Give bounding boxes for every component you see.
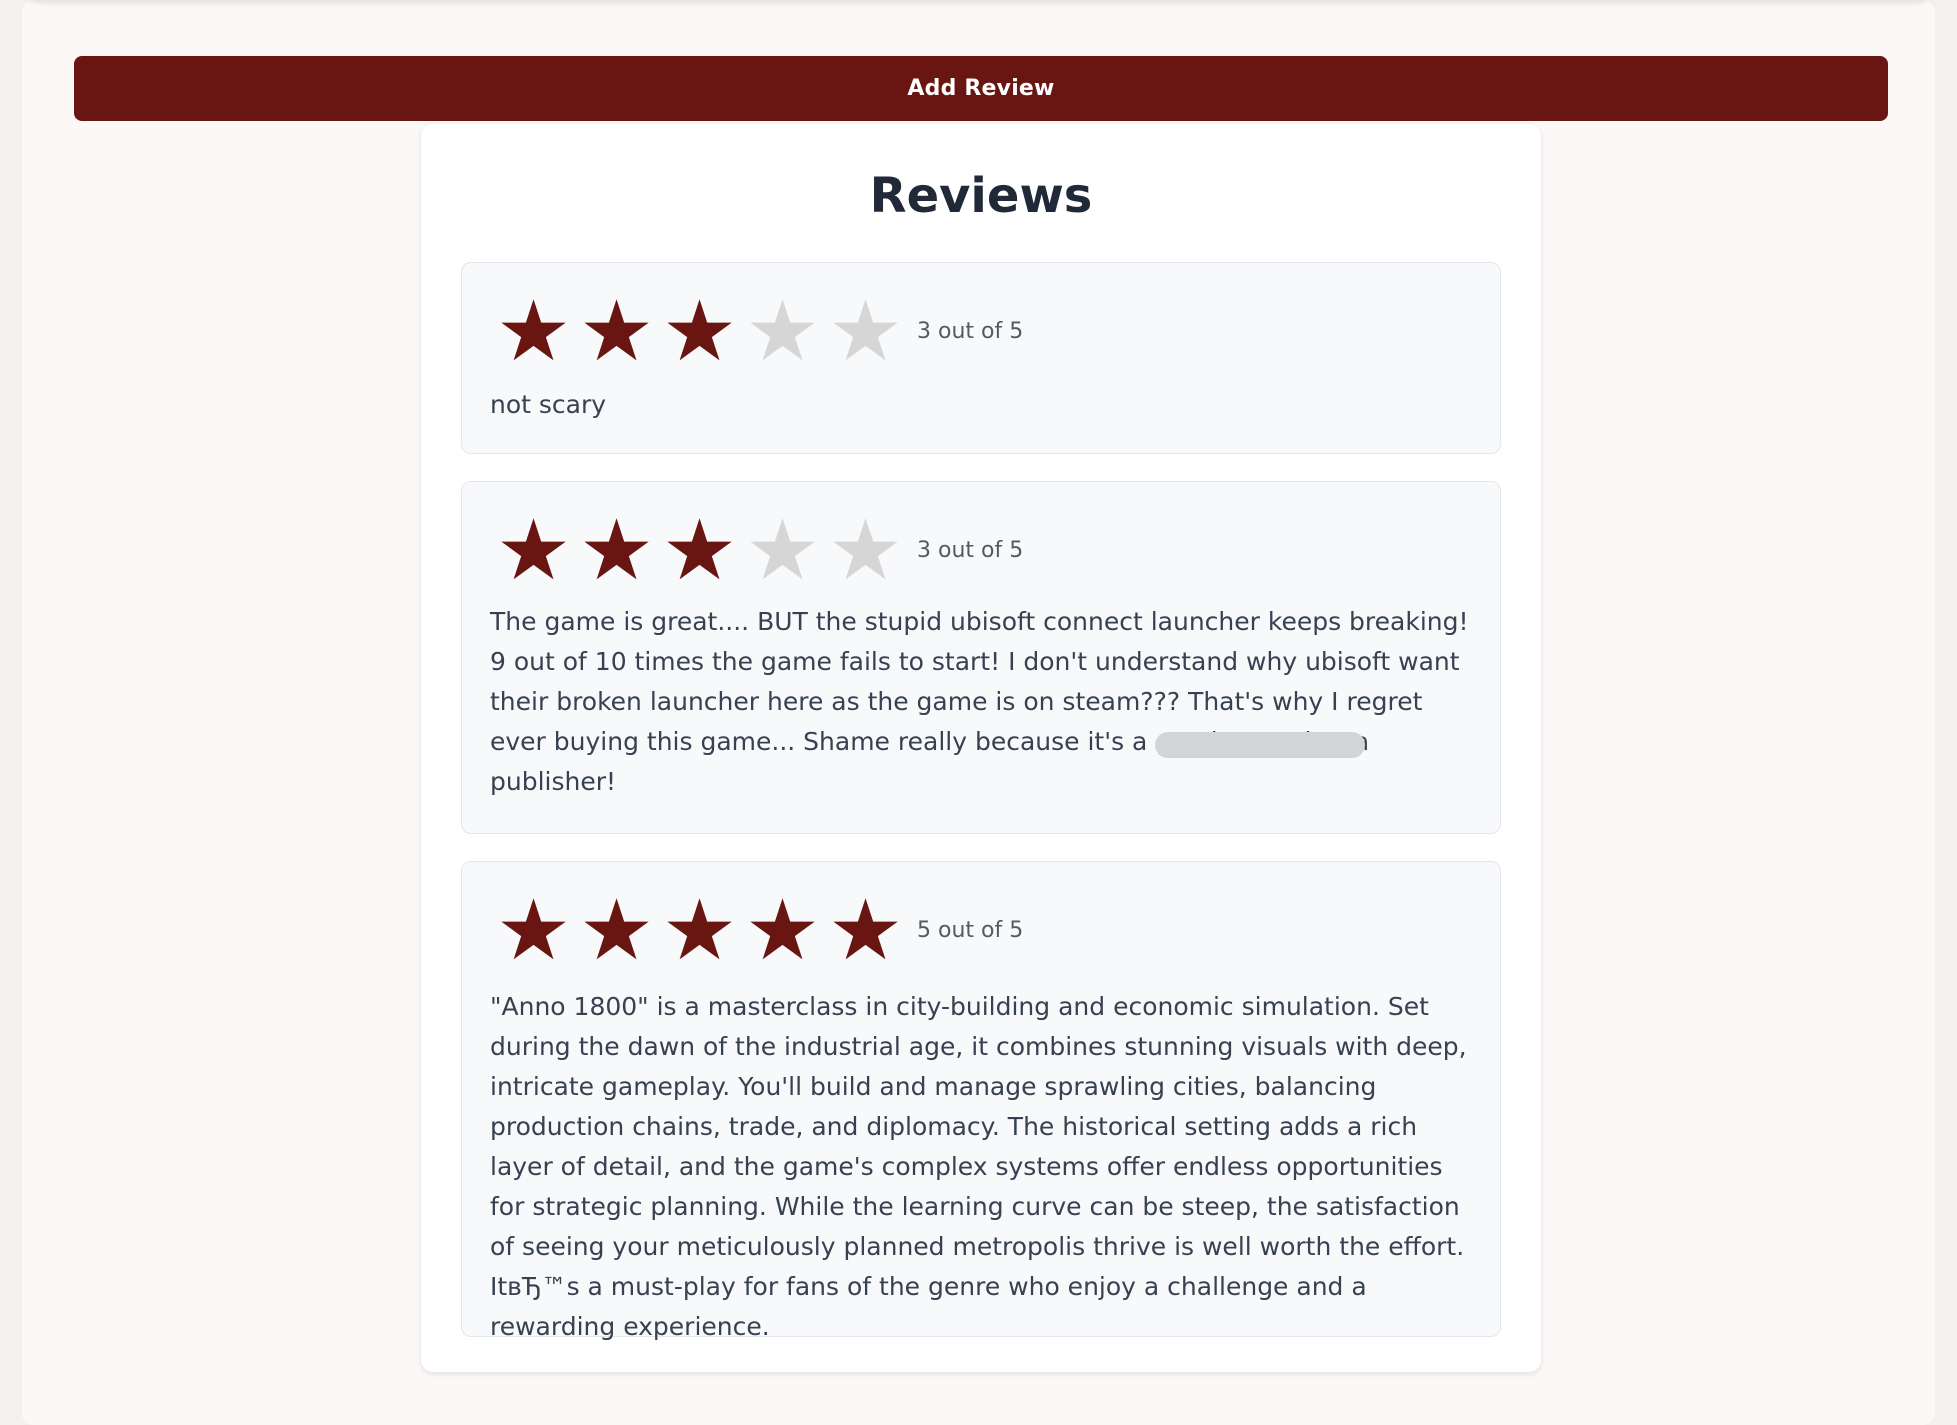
star-filled-icon: ★ bbox=[578, 282, 655, 380]
star-filled-icon: ★ bbox=[495, 282, 572, 380]
star-empty-icon: ★ bbox=[744, 501, 821, 599]
rating-text: 3 out of 5 bbox=[917, 537, 1024, 563]
star-rating: ★ ★ ★ ★ ★ 3 out of 5 bbox=[492, 501, 1024, 599]
reviews-title: Reviews bbox=[869, 168, 1093, 224]
star-filled-icon: ★ bbox=[578, 881, 655, 979]
star-filled-icon: ★ bbox=[495, 501, 572, 599]
review-text: The game is great.... BUT the stupid ubi… bbox=[490, 607, 1469, 796]
add-review-button[interactable]: Add Review bbox=[74, 56, 1888, 121]
star-filled-icon: ★ bbox=[744, 881, 821, 979]
star-filled-icon: ★ bbox=[661, 501, 738, 599]
rating-text: 3 out of 5 bbox=[917, 318, 1024, 344]
rating-text: 5 out of 5 bbox=[917, 917, 1024, 943]
star-empty-icon: ★ bbox=[744, 282, 821, 380]
redaction-blur bbox=[1155, 732, 1365, 758]
review-text: "Anno 1800" is a masterclass in city-bui… bbox=[490, 992, 1467, 1341]
star-empty-icon: ★ bbox=[827, 501, 904, 599]
star-rating: ★ ★ ★ ★ ★ 3 out of 5 bbox=[492, 282, 1024, 380]
star-filled-icon: ★ bbox=[661, 282, 738, 380]
review-item: ★ ★ ★ ★ ★ 5 out of 5 "Anno 1800" is a masterc… bbox=[461, 861, 1501, 1341]
review-item: ★ ★ ★ ★ ★ 3 out of 5 The game is great.... BU… bbox=[461, 481, 1501, 834]
star-filled-icon: ★ bbox=[661, 881, 738, 979]
star-filled-icon: ★ bbox=[495, 881, 572, 979]
star-rating: ★ ★ ★ ★ ★ 5 out of 5 bbox=[492, 881, 1024, 979]
star-empty-icon: ★ bbox=[827, 282, 904, 380]
star-filled-icon: ★ bbox=[578, 501, 655, 599]
reviews-card: Reviews ★ ★ ★ ★ ★ 3 out of 5 not scary ★ ★ ★ ★ ★ 3… bbox=[421, 124, 1541, 1372]
review-text: not scary bbox=[490, 390, 607, 419]
star-filled-icon: ★ bbox=[827, 881, 904, 979]
review-item: ★ ★ ★ ★ ★ 3 out of 5 not scary bbox=[461, 262, 1501, 454]
